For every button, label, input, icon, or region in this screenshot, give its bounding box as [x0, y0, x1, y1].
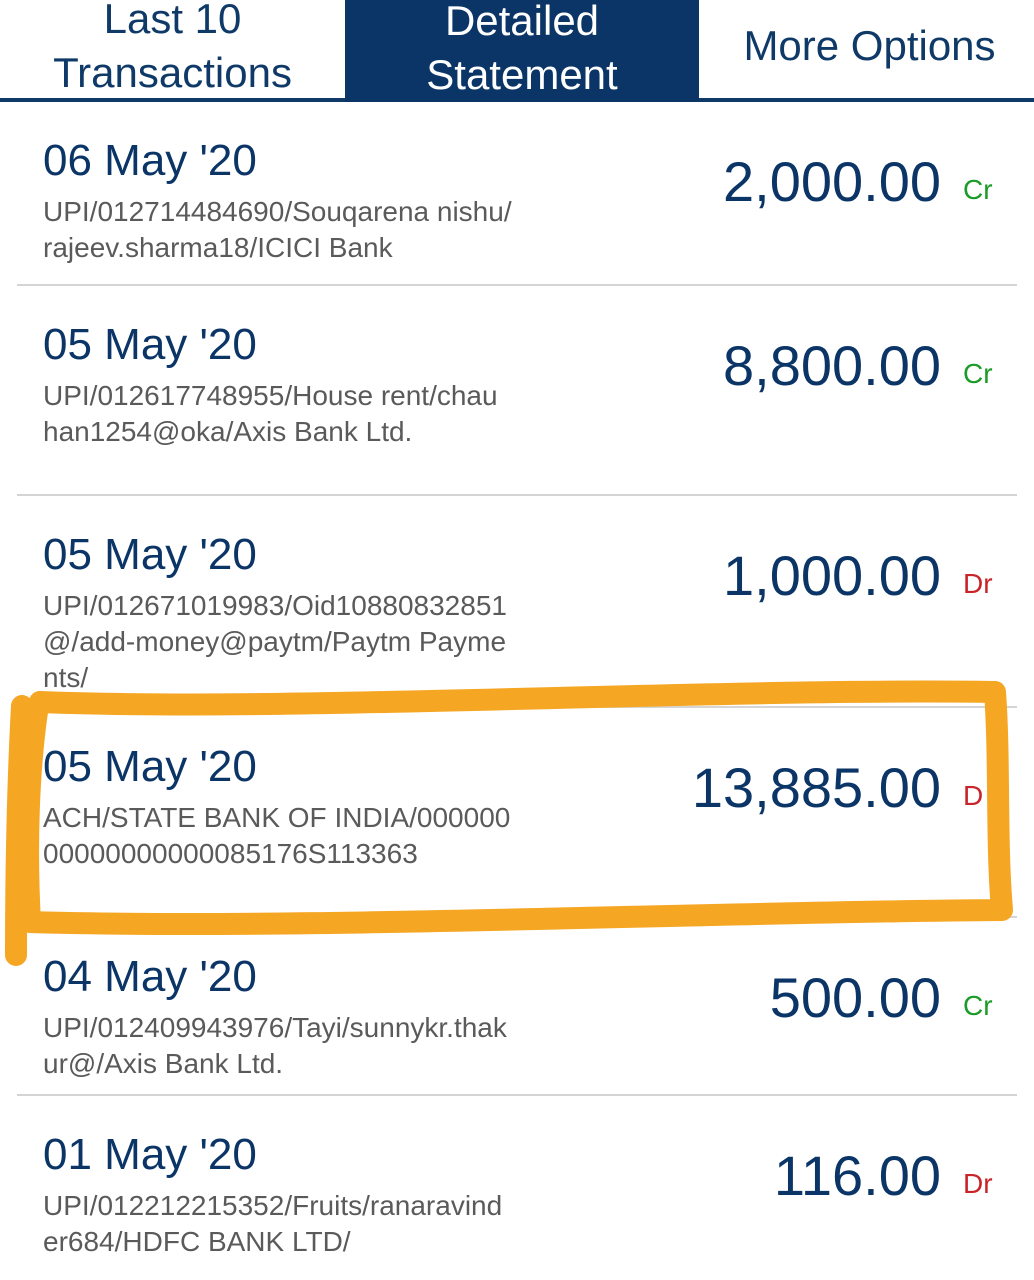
transaction-type-badge: Cr — [963, 990, 993, 1021]
transaction-date: 05 May '20 — [43, 742, 257, 791]
transaction-description: ACH/STATE BANK OF INDIA/0000000000000000… — [43, 802, 511, 869]
transaction-amount: 116.00 — [773, 1144, 941, 1207]
transaction-date: 06 May '20 — [43, 136, 257, 185]
transaction-row[interactable]: 01 May '20 UPI/012212215352/Fruits/ranar… — [17, 1096, 1017, 1272]
transaction-date: 05 May '20 — [43, 530, 257, 579]
transaction-row[interactable]: 05 May '20 UPI/012671019983/Oid108808328… — [17, 496, 1017, 708]
transaction-type-badge: Dr — [963, 1168, 993, 1199]
transaction-amount: 2,000.00 — [723, 150, 941, 213]
transaction-date: 05 May '20 — [43, 320, 257, 369]
transaction-type-badge: D — [963, 780, 984, 811]
transaction-row[interactable]: 05 May '20 UPI/012617748955/House rent/c… — [17, 286, 1017, 496]
transaction-description: UPI/012212215352/Fruits/ranaravinder684/… — [43, 1190, 503, 1257]
transaction-row[interactable]: 05 May '20 ACH/STATE BANK OF INDIA/00000… — [17, 708, 1017, 918]
transaction-description: UPI/012409943976/Tayi/sunnykr.thakur@/Ax… — [43, 1012, 507, 1079]
statement-tabs: Last 10 Transactions Detailed Statement … — [0, 0, 1034, 102]
tab-last-10-transactions[interactable]: Last 10 Transactions — [0, 0, 345, 102]
transaction-date: 01 May '20 — [43, 1130, 257, 1179]
transaction-row[interactable]: 04 May '20 UPI/012409943976/Tayi/sunnykr… — [17, 918, 1017, 1096]
transaction-amount: 8,800.00 — [723, 334, 941, 397]
transaction-amount: 13,885.00 — [691, 756, 941, 819]
transaction-description: UPI/012671019983/Oid10880832851@/add-mon… — [43, 590, 507, 693]
tab-detailed-statement[interactable]: Detailed Statement — [345, 0, 699, 102]
transaction-amount: 1,000.00 — [723, 544, 941, 607]
transaction-type-badge: Dr — [963, 568, 993, 599]
transaction-date: 04 May '20 — [43, 952, 257, 1001]
transaction-row[interactable]: 06 May '20 UPI/012714484690/Souqarena ni… — [17, 102, 1017, 286]
tab-more-options[interactable]: More Options — [699, 0, 1034, 102]
transaction-description: UPI/012714484690/Souqarena nishu/rajeev.… — [43, 196, 512, 263]
transaction-type-badge: Cr — [963, 174, 993, 205]
transaction-description: UPI/012617748955/House rent/chauhan1254@… — [43, 380, 498, 447]
transaction-type-badge: Cr — [963, 358, 993, 389]
transaction-list: 06 May '20 UPI/012714484690/Souqarena ni… — [0, 102, 1034, 1272]
transaction-amount: 500.00 — [769, 966, 941, 1029]
